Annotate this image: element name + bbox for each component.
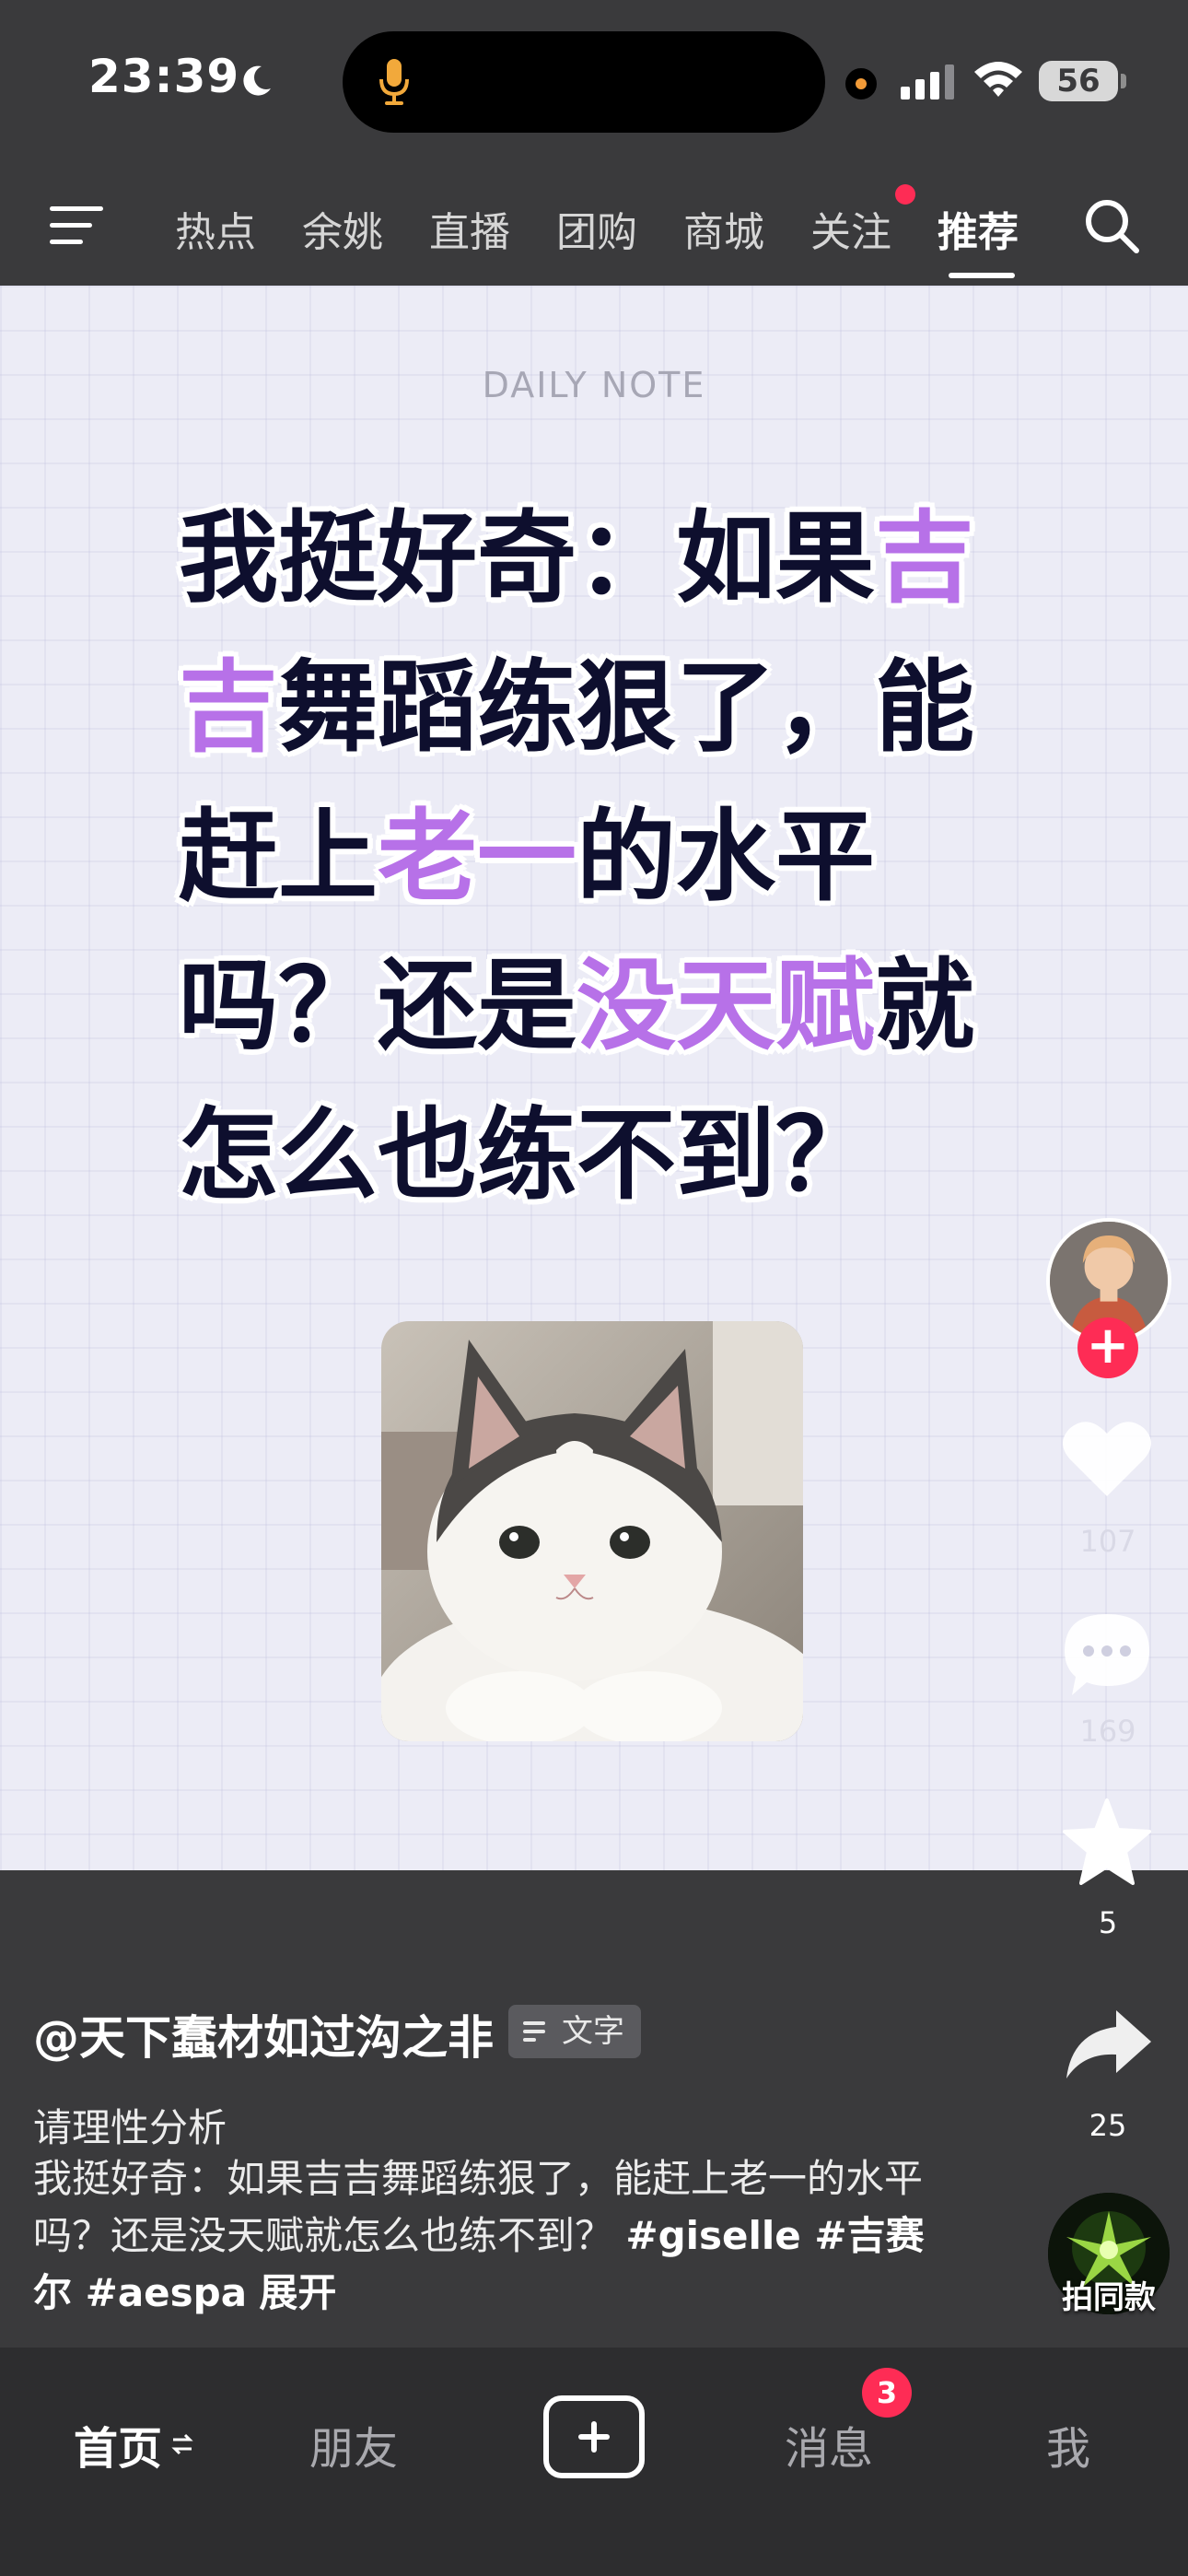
tab-home[interactable]: 首页 bbox=[74, 2412, 162, 2476]
tab-hot[interactable]: 热点 bbox=[175, 199, 256, 258]
tab-following[interactable]: 关注 bbox=[810, 199, 891, 258]
headline-line-4: 吗？还是没天赋就 bbox=[179, 949, 975, 1064]
author-name[interactable]: @天下蠢材如过沟之非 bbox=[33, 2001, 494, 2067]
share-arrow-icon[interactable] bbox=[1065, 2007, 1153, 2080]
tab-mall[interactable]: 商城 bbox=[683, 199, 764, 258]
cellular-signal-icon bbox=[901, 64, 954, 100]
search-icon[interactable] bbox=[1081, 195, 1142, 256]
post-headline: 我挺好奇：如果吉 吉舞蹈练狠了，能 赶上老一的水平 吗？还是没天赋就 怎么也练不… bbox=[179, 485, 1054, 1231]
headline-line-5: 怎么也练不到？ bbox=[179, 1098, 876, 1213]
tab-group-buy[interactable]: 团购 bbox=[556, 199, 637, 258]
following-notification-dot bbox=[895, 184, 915, 205]
moon-icon bbox=[243, 65, 271, 96]
daily-note-label: DAILY NOTE bbox=[482, 365, 706, 405]
hamburger-menu-icon[interactable] bbox=[48, 203, 105, 249]
top-nav: 热点 余姚 直播 团购 商城 关注 推荐 bbox=[0, 166, 1188, 286]
wifi-icon bbox=[974, 62, 1022, 97]
create-post-button[interactable] bbox=[543, 2395, 645, 2478]
favorite-count: 5 bbox=[1098, 1905, 1118, 1940]
caption-body[interactable]: 我挺好奇：如果吉吉舞蹈练狠了，能赶上老一的水平吗？还是没天赋就怎么也练不到？ #… bbox=[33, 2150, 945, 2322]
comment-count: 169 bbox=[1079, 1714, 1136, 1749]
post-content[interactable]: DAILY NOTE 我挺好奇：如果吉 吉舞蹈练狠了，能 赶上老一的水平 吗？还… bbox=[0, 286, 1188, 1870]
follow-button[interactable]: + bbox=[1077, 1317, 1138, 1378]
messages-unread-badge: 3 bbox=[862, 2368, 912, 2418]
tab-messages[interactable]: 消息 bbox=[785, 2412, 873, 2476]
comment-icon[interactable] bbox=[1061, 1610, 1153, 1699]
microphone-icon bbox=[379, 59, 409, 105]
headline-line-3: 赶上老一的水平 bbox=[179, 800, 876, 915]
heart-icon[interactable] bbox=[1061, 1417, 1153, 1498]
bottom-tab-bar: 首页 朋友 消息 3 我 bbox=[0, 2348, 1188, 2576]
status-time: 23:39 bbox=[88, 50, 240, 103]
cat-photo bbox=[381, 1321, 803, 1741]
text-lines-icon bbox=[523, 2021, 545, 2042]
tab-live[interactable]: 直播 bbox=[429, 199, 510, 258]
status-bar: 23:39 56 bbox=[0, 0, 1188, 166]
headline-line-2: 吉舞蹈练狠了，能 bbox=[179, 650, 975, 766]
tab-me[interactable]: 我 bbox=[1046, 2412, 1090, 2476]
like-count: 107 bbox=[1079, 1524, 1136, 1559]
headline-line-1: 我挺好奇：如果吉 bbox=[179, 501, 975, 616]
privacy-indicator-dot bbox=[845, 68, 877, 100]
share-count: 25 bbox=[1089, 2108, 1127, 2143]
caption-title: 请理性分析 bbox=[33, 2105, 227, 2150]
expand-caption-link[interactable]: 展开 bbox=[259, 2270, 336, 2315]
text-post-badge: 文字 bbox=[508, 2005, 641, 2058]
remix-label[interactable]: 拍同款 bbox=[1035, 2272, 1182, 2317]
tab-recommended[interactable]: 推荐 bbox=[938, 199, 1019, 258]
favorite-star-icon[interactable] bbox=[1061, 1797, 1153, 1885]
tab-friends[interactable]: 朋友 bbox=[309, 2412, 398, 2476]
battery-nub bbox=[1121, 74, 1126, 88]
battery-level: 56 bbox=[1039, 61, 1118, 101]
swap-arrows-icon[interactable] bbox=[171, 2430, 193, 2458]
dynamic-island bbox=[343, 31, 825, 133]
active-tab-underline bbox=[949, 273, 1015, 278]
text-post-badge-label: 文字 bbox=[562, 2013, 624, 2050]
tab-yuyao[interactable]: 余姚 bbox=[302, 199, 383, 258]
